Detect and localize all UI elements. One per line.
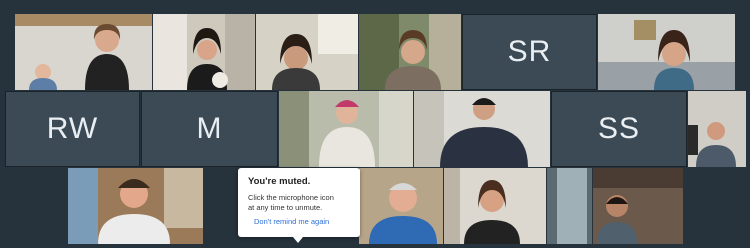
participant-video — [153, 14, 255, 90]
participant-video — [256, 14, 358, 90]
video-tile[interactable] — [414, 91, 550, 167]
participant-video — [279, 91, 413, 167]
video-tile[interactable] — [279, 91, 413, 167]
participant-tile-initials[interactable]: SS — [551, 91, 687, 167]
participant-video — [547, 168, 592, 244]
participant-video — [414, 91, 550, 167]
video-tile[interactable] — [593, 168, 683, 244]
participant-video — [688, 91, 746, 167]
participant-video — [68, 168, 203, 244]
participant-tile-initials[interactable]: SR — [462, 14, 597, 90]
video-tile[interactable] — [598, 14, 735, 90]
video-tile[interactable] — [444, 168, 546, 244]
participant-video — [359, 168, 443, 244]
participant-tile-initials[interactable]: M — [141, 91, 278, 167]
video-tile[interactable] — [688, 91, 746, 167]
tooltip-body-line1: Click the microphone icon — [248, 193, 334, 202]
participant-video — [359, 14, 461, 90]
video-tile[interactable] — [68, 168, 203, 244]
video-tile[interactable] — [15, 14, 152, 90]
participant-video — [598, 14, 735, 90]
tooltip-title: You're muted. — [248, 176, 311, 187]
video-tile[interactable] — [153, 14, 255, 90]
participant-initials: SR — [507, 35, 552, 68]
participant-video — [15, 14, 152, 90]
tooltip-arrow — [293, 237, 303, 243]
video-tile[interactable] — [359, 168, 443, 244]
participant-initials: M — [196, 112, 223, 145]
tooltip-body-line2: at any time to unmute. — [248, 203, 323, 212]
participant-tile-initials[interactable]: RW — [5, 91, 140, 167]
video-tile[interactable] — [547, 168, 592, 244]
dont-remind-link[interactable]: Don't remind me again — [254, 217, 352, 226]
muted-tooltip: You're muted. Click the microphone icon … — [238, 168, 360, 237]
participant-video — [444, 168, 546, 244]
video-tile[interactable] — [256, 14, 358, 90]
video-tile[interactable] — [359, 14, 461, 90]
participant-video — [593, 168, 683, 244]
participant-initials: RW — [46, 112, 99, 145]
participant-initials: SS — [597, 112, 641, 145]
